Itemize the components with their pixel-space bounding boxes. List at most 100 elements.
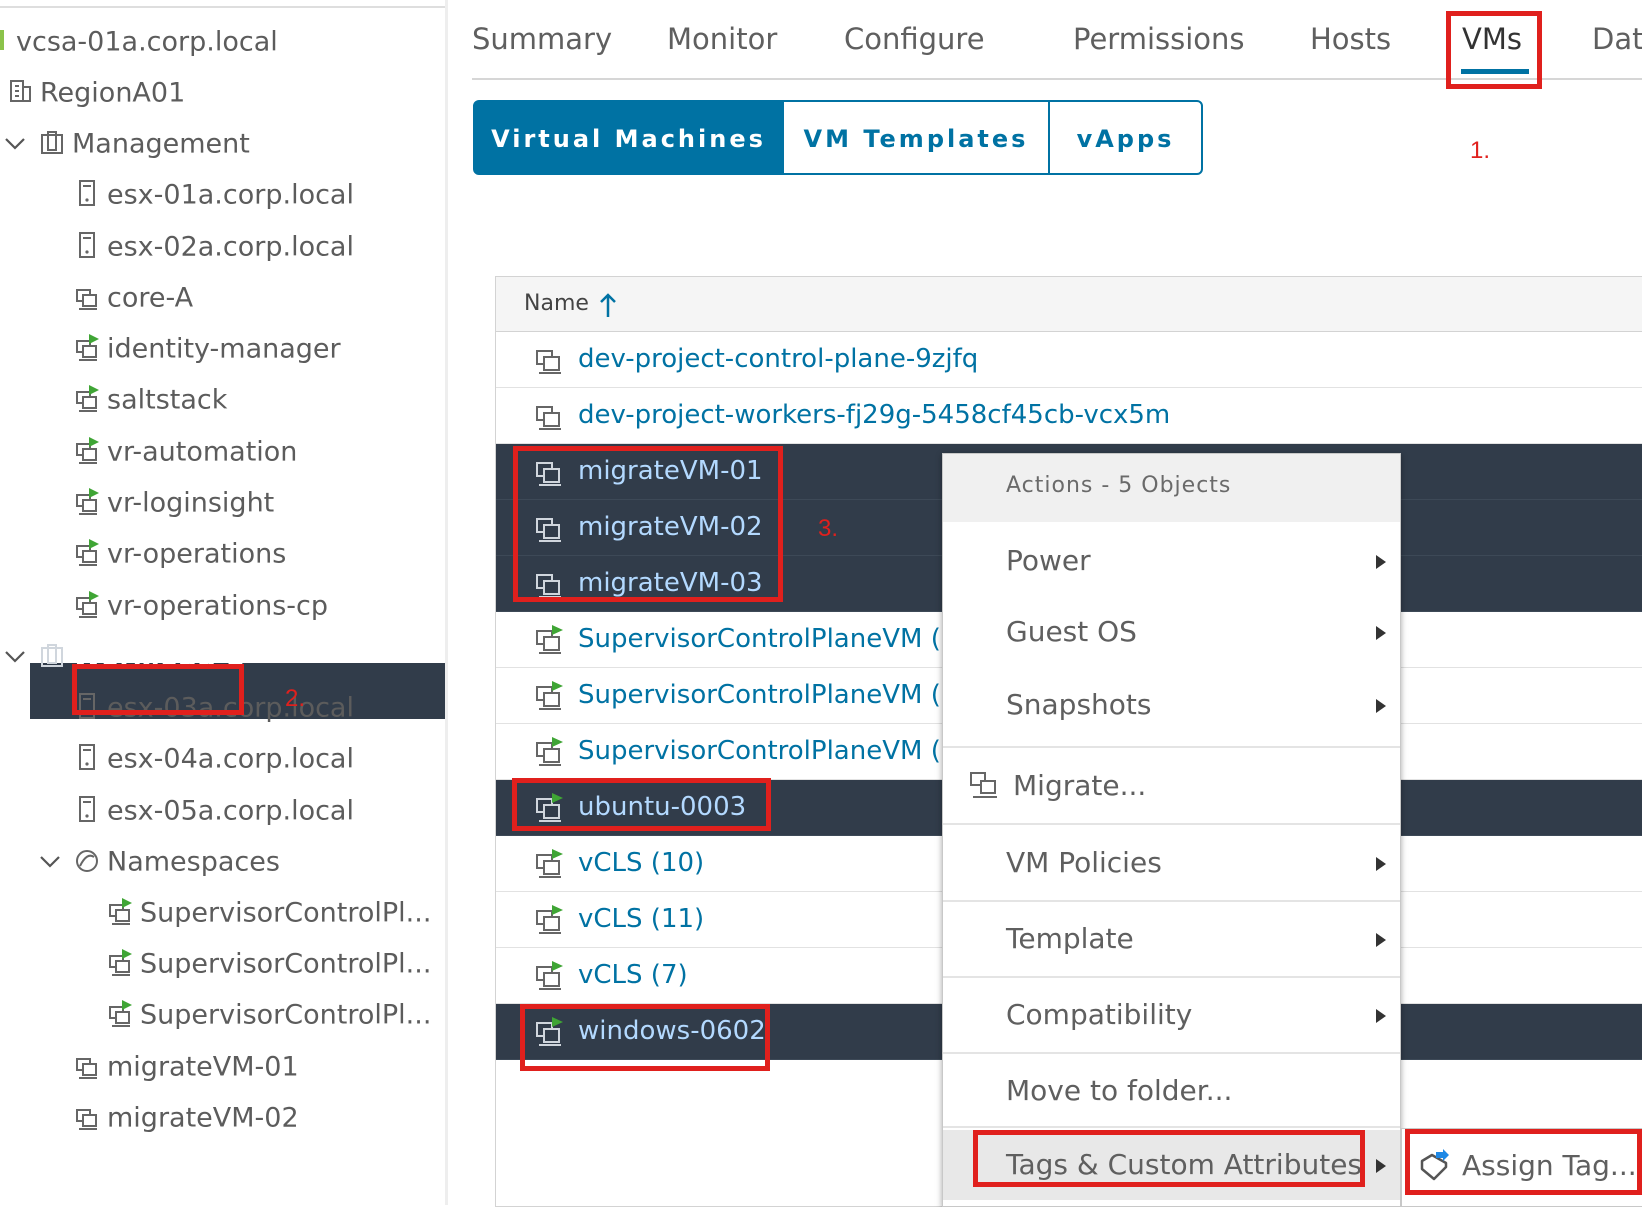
- menu-item-label: Compatibility: [1006, 998, 1193, 1031]
- vm-name-link[interactable]: SupervisorControlPlaneVM (8): [578, 736, 968, 766]
- tab-permissions[interactable]: Permissions: [1073, 22, 1245, 56]
- tree-node[interactable]: SupervisorControlPl...: [108, 989, 431, 1041]
- tree-node[interactable]: esx-04a.corp.local: [75, 733, 354, 785]
- tab-summary[interactable]: Summary: [472, 22, 612, 56]
- host-icon: [75, 179, 99, 207]
- tree-node-label: vr-operations: [107, 538, 287, 570]
- subtab-virtual-machines[interactable]: Virtual Machines: [473, 100, 784, 175]
- vcenter-icon: [0, 26, 8, 54]
- submenu-arrow-icon: [1376, 699, 1386, 713]
- menu-item-vm-policies[interactable]: VM Policies: [943, 828, 1400, 898]
- tree-node[interactable]: vr-operations: [75, 528, 286, 580]
- actions-context-menu: Actions - 5 Objects Power Guest OS Snaps…: [942, 453, 1401, 1207]
- cluster-icon: [40, 641, 64, 669]
- tab-hosts[interactable]: Hosts: [1310, 22, 1391, 56]
- sort-ascending-icon[interactable]: [598, 291, 618, 319]
- expand-caret-icon[interactable]: [4, 631, 28, 683]
- column-header-name[interactable]: Name: [524, 291, 589, 316]
- annotation-step-2: 2.: [285, 685, 306, 712]
- tree-node[interactable]: esx-02a.corp.local: [75, 221, 354, 273]
- vm-name-link[interactable]: vCLS (7): [578, 960, 688, 990]
- submenu-arrow-icon: [1376, 626, 1386, 640]
- cluster-icon: [40, 128, 64, 156]
- submenu-arrow-icon: [1376, 1009, 1386, 1023]
- tree-node[interactable]: RegionA01: [8, 67, 185, 119]
- subtab-vm-templates[interactable]: VM Templates: [782, 100, 1050, 175]
- tree-node[interactable]: SupervisorControlPl...: [108, 938, 431, 990]
- vm-name-link[interactable]: dev-project-workers-fj29g-5458cf45cb-vcx…: [578, 400, 1170, 430]
- tree-node-label: migrateVM-02: [107, 1102, 299, 1134]
- vm-on-icon: [534, 625, 564, 655]
- menu-item-label: Snapshots: [1006, 688, 1152, 721]
- tab-datastores[interactable]: Dat: [1592, 22, 1642, 56]
- host-icon: [75, 795, 99, 823]
- tree-node[interactable]: Management: [40, 118, 250, 170]
- tree-node-label: vr-automation: [107, 436, 298, 468]
- vm-on-icon: [75, 436, 99, 464]
- host-icon: [75, 231, 99, 259]
- menu-separator: [943, 976, 1400, 978]
- tree-node-label: SupervisorControlPl...: [140, 897, 432, 929]
- subtab-vapps[interactable]: vApps: [1048, 100, 1203, 175]
- vm-icon: [534, 345, 564, 375]
- tree-node[interactable]: migrateVM-02: [75, 1092, 299, 1144]
- vm-icon: [75, 1051, 99, 1079]
- tab-monitor[interactable]: Monitor: [667, 22, 777, 56]
- vm-name-link[interactable]: SupervisorControlPlaneVM (2): [578, 624, 968, 654]
- expand-caret-icon[interactable]: [39, 836, 63, 888]
- vm-name-link[interactable]: dev-project-control-plane-9zjfq: [578, 344, 978, 374]
- tree-node[interactable]: esx-05a.corp.local: [75, 785, 354, 837]
- annotation-box-tags-menu: [973, 1130, 1365, 1187]
- vm-on-icon: [534, 961, 564, 991]
- tree-node[interactable]: vr-operations-cp: [75, 580, 328, 632]
- vm-icon: [534, 401, 564, 431]
- migrate-icon: [970, 772, 997, 798]
- menu-separator: [943, 746, 1400, 748]
- tree-node[interactable]: vr-loginsight: [75, 477, 274, 529]
- tree-node-label: saltstack: [107, 384, 228, 416]
- vm-on-icon: [534, 737, 564, 767]
- tree-node[interactable]: saltstack: [75, 374, 227, 426]
- tree-node-label: esx-05a.corp.local: [107, 795, 354, 827]
- vm-on-icon: [75, 384, 99, 412]
- table-row[interactable]: dev-project-workers-fj29g-5458cf45cb-vcx…: [496, 388, 1642, 444]
- menu-item-guest-os[interactable]: Guest OS: [943, 597, 1400, 667]
- vm-on-icon: [75, 538, 99, 566]
- tree-node[interactable]: vcsa-01a.corp.local: [0, 16, 278, 68]
- menu-item-template[interactable]: Template: [943, 904, 1400, 974]
- navigator-top-divider: [0, 6, 448, 8]
- tree-node[interactable]: identity-manager: [75, 323, 341, 375]
- tree-node-label: identity-manager: [107, 333, 341, 365]
- tab-configure[interactable]: Configure: [844, 22, 985, 56]
- vm-name-link[interactable]: vCLS (10): [578, 848, 704, 878]
- context-menu-header: Actions - 5 Objects: [943, 454, 1400, 522]
- menu-item-power[interactable]: Power: [943, 526, 1400, 596]
- tree-node[interactable]: vr-automation: [75, 426, 297, 478]
- grid-header: Name: [496, 277, 1642, 332]
- tree-node-label: RegionA01: [40, 77, 186, 109]
- expand-caret-icon[interactable]: [4, 118, 28, 170]
- menu-item-label: Template: [1006, 922, 1134, 955]
- table-row[interactable]: dev-project-control-plane-9zjfq: [496, 332, 1642, 388]
- menu-separator: [943, 1052, 1400, 1054]
- tree-node-label: Management: [72, 128, 250, 160]
- menu-item-label: VM Policies: [1006, 846, 1162, 879]
- menu-item-compatibility[interactable]: Compatibility: [943, 980, 1400, 1050]
- tree-node[interactable]: SupervisorControlPl...: [108, 887, 431, 939]
- menu-item-move-to-folder[interactable]: Move to folder...: [943, 1056, 1400, 1126]
- tree-node[interactable]: migrateVM-01: [75, 1041, 299, 1093]
- tree-node[interactable]: core-A: [75, 272, 193, 324]
- tree-node[interactable]: esx-01a.corp.local: [75, 169, 354, 221]
- menu-item-snapshots[interactable]: Snapshots: [943, 670, 1400, 740]
- vm-name-link[interactable]: SupervisorControlPlaneVM (6): [578, 680, 968, 710]
- navigator-scrollbar[interactable]: [445, 0, 448, 1205]
- submenu-arrow-icon: [1376, 857, 1386, 871]
- vm-on-icon: [534, 849, 564, 879]
- vm-on-icon: [75, 590, 99, 618]
- tree-node[interactable]: Namespaces: [75, 836, 280, 888]
- vm-icon: [75, 1102, 99, 1130]
- tree-node-label: esx-02a.corp.local: [107, 231, 354, 263]
- vm-name-link[interactable]: vCLS (11): [578, 904, 704, 934]
- vm-on-icon: [108, 897, 132, 925]
- menu-item-migrate[interactable]: Migrate...: [943, 751, 1400, 821]
